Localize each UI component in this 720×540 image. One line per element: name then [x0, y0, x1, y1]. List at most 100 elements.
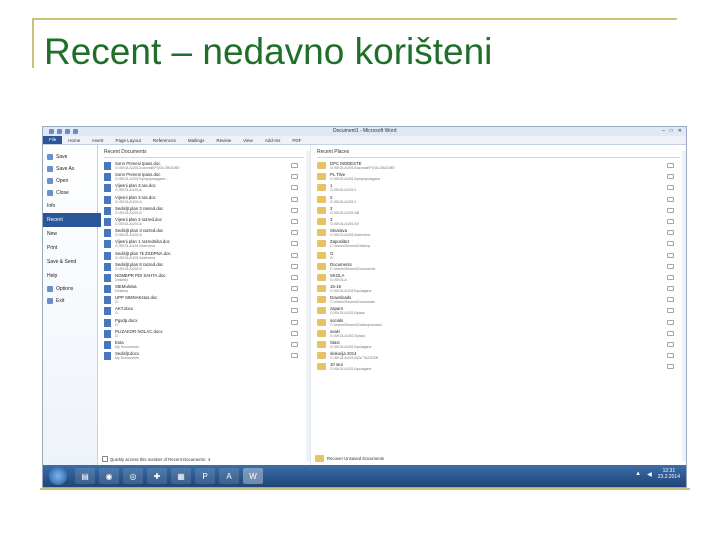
pin-icon[interactable]: [667, 364, 674, 370]
recent-places-scrollbar[interactable]: [682, 151, 686, 461]
explorer-taskbar-icon[interactable]: ▤: [75, 468, 95, 484]
quick-access-option[interactable]: Quickly access this number of Recent Doc…: [102, 456, 210, 462]
nav-item[interactable]: Open: [43, 175, 97, 187]
pin-icon[interactable]: [667, 353, 674, 359]
nav-item[interactable]: Exit: [43, 295, 97, 307]
firefox-taskbar-icon[interactable]: ◉: [99, 468, 119, 484]
nav-item[interactable]: Info: [43, 199, 97, 213]
list-item[interactable]: PL Tilve G:\SKOLA\2013\pricp\polagane: [317, 172, 680, 183]
pin-icon[interactable]: [667, 207, 674, 213]
pin-icon[interactable]: [291, 185, 298, 191]
nav-item[interactable]: Options: [43, 283, 97, 295]
list-item[interactable]: Sonn Prenesi Ipass.doc G:\SKOLA\2013\uzor…: [104, 161, 304, 172]
nav-item[interactable]: Close: [43, 187, 97, 199]
list-item[interactable]: Vijesni plan 1 razrednika.doc G:\SKOLA\20…: [104, 239, 304, 250]
chrome-taskbar-icon[interactable]: ◎: [123, 468, 143, 484]
ribbon-tab[interactable]: PDF: [286, 138, 307, 143]
undo-icon[interactable]: [65, 129, 70, 134]
list-item[interactable]: 3 G:\SKOLA\2014\B: [317, 206, 680, 217]
close-window-button[interactable]: ✕: [678, 128, 682, 134]
list-item[interactable]: Sedisljt plan 3 razred.doc G:\SKOLA\2014\: [104, 228, 304, 239]
pin-icon[interactable]: [291, 297, 298, 303]
list-item[interactable]: StEMulsisa Desktop: [104, 284, 304, 295]
app-taskbar-icon[interactable]: ✚: [147, 468, 167, 484]
pin-icon[interactable]: [291, 218, 298, 224]
list-item[interactable]: Vijesni plan 3 razred.doc G:\SKOLA\2014\: [104, 217, 304, 228]
recover-unsaved-button[interactable]: Recover Unsaved Documents: [315, 455, 384, 462]
pin-icon[interactable]: [291, 163, 298, 168]
pin-icon[interactable]: [667, 196, 674, 202]
save-icon[interactable]: [57, 129, 62, 134]
list-item[interactable]: Sedisljt.docx My Documents: [104, 351, 304, 362]
quick-access-count[interactable]: 4: [208, 457, 210, 462]
list-item[interactable]: 2 G:\SKOLA\2014: [317, 195, 680, 206]
nav-item[interactable]: New: [43, 227, 97, 241]
network-icon[interactable]: ▲: [635, 471, 641, 477]
redo-icon[interactable]: [73, 129, 78, 134]
list-item[interactable]: 15-16 G:\SKOLA\2015\polagane: [317, 284, 680, 295]
pin-icon[interactable]: [667, 185, 674, 191]
pin-icon[interactable]: [667, 297, 674, 303]
list-item[interactable]: DPC MODESTE G:\SKOLA\2013\uzoraki\POGLOBO…: [317, 161, 680, 172]
list-item[interactable]: Documents C:\Users\Severs\Documents: [317, 262, 680, 273]
ribbon-tab[interactable]: View: [237, 138, 259, 143]
ribbon-tab[interactable]: Home: [62, 138, 86, 143]
nav-item[interactable]: Help: [43, 269, 97, 283]
list-item[interactable]: Pgsdp.docx G:: [104, 318, 304, 329]
pin-icon[interactable]: [291, 263, 298, 269]
pin-icon[interactable]: [667, 252, 674, 258]
list-item[interactable]: Vijesni plan 3.ras.doc G:\SKOLA\2014\: [104, 183, 304, 194]
pin-icon[interactable]: [291, 241, 298, 247]
ribbon-tab[interactable]: Add-Ins: [259, 138, 287, 143]
list-item[interactable]: Sedisljt plan 3 rasred.doc G:\SKOLA\2014\: [104, 206, 304, 217]
list-item[interactable]: slokurija 2014 G:\SKOLA\2014\IZA TAZIZON: [317, 351, 680, 362]
acrobat-taskbar-icon[interactable]: A: [219, 468, 239, 484]
pin-icon[interactable]: [291, 308, 298, 314]
pin-icon[interactable]: [291, 252, 298, 258]
clock[interactable]: 12:31 23.2.2014: [658, 468, 680, 480]
list-item[interactable]: Stasi G:\SKOLA\2013\polagane: [317, 340, 680, 351]
list-item[interactable]: SKOLA G:\SKOLA: [317, 273, 680, 284]
nav-item[interactable]: Save As: [43, 163, 97, 175]
maximize-button[interactable]: □: [670, 128, 673, 134]
pin-icon[interactable]: [667, 218, 674, 224]
list-item[interactable]: 1 G:\SKOLA\2013: [317, 183, 680, 194]
pin-icon[interactable]: [667, 241, 674, 247]
list-item[interactable]: NOMEPR PDI SAHTA.doc Desktop: [104, 273, 304, 284]
word-logo-icon[interactable]: [49, 129, 54, 134]
pin-icon[interactable]: [291, 196, 298, 202]
list-item[interactable]: Sedisljt plan 8 razred.doc G:\SKOLA\2014\: [104, 262, 304, 273]
list-item[interactable]: Sonn Prenesi Ipass.doc G:\SKOLA\2013\pric…: [104, 172, 304, 183]
list-item[interactable]: AKT.docx G:: [104, 306, 304, 317]
nav-item[interactable]: Save: [43, 151, 97, 163]
pin-icon[interactable]: [667, 342, 674, 347]
powerpoint-taskbar-icon[interactable]: P: [195, 468, 215, 484]
pin-icon[interactable]: [667, 263, 674, 269]
pin-icon[interactable]: [667, 330, 674, 336]
pin-icon[interactable]: [291, 174, 298, 180]
nav-item[interactable]: Recent: [43, 213, 101, 227]
list-item[interactable]: Stvarava G:\SKOLA\2014\skrivena: [317, 228, 680, 239]
nav-item[interactable]: Save & Send: [43, 255, 97, 269]
ribbon-tab[interactable]: Review: [210, 138, 237, 143]
list-item[interactable]: 3 G:\SKOLA\2014\V: [317, 217, 680, 228]
list-item[interactable]: svaki G:\SKOLA\2013\pisac: [317, 329, 680, 340]
list-item[interactable]: PLIZAKOR NOLAC.docx G:: [104, 329, 304, 340]
list-item[interactable]: 10 stoi G:\SKOLA\2014\polagane: [317, 362, 680, 373]
list-item[interactable]: zapam G:\SKOLA\2014\pisac: [317, 306, 680, 317]
word-taskbar-icon[interactable]: W: [243, 468, 263, 484]
list-item[interactable]: socials C:\Users\Severs\Desktop\dodaci: [317, 318, 680, 329]
pin-icon[interactable]: [667, 230, 674, 236]
volume-icon[interactable]: ◀: [647, 471, 652, 478]
pin-icon[interactable]: [291, 319, 298, 325]
pin-icon[interactable]: [667, 274, 674, 280]
pin-icon[interactable]: [291, 353, 298, 359]
pin-icon[interactable]: [667, 286, 674, 292]
pin-icon[interactable]: [667, 174, 674, 180]
list-item[interactable]: Vijesni plan 3.ras.doc G:\SKOLA\2014\: [104, 195, 304, 206]
list-item[interactable]: Zaposlitez C:\Users\Severs\Desktop: [317, 239, 680, 250]
folder-taskbar-icon[interactable]: ▦: [171, 468, 191, 484]
quick-access-checkbox[interactable]: [102, 456, 108, 462]
pin-icon[interactable]: [667, 163, 674, 168]
list-item[interactable]: G G:: [317, 251, 680, 262]
